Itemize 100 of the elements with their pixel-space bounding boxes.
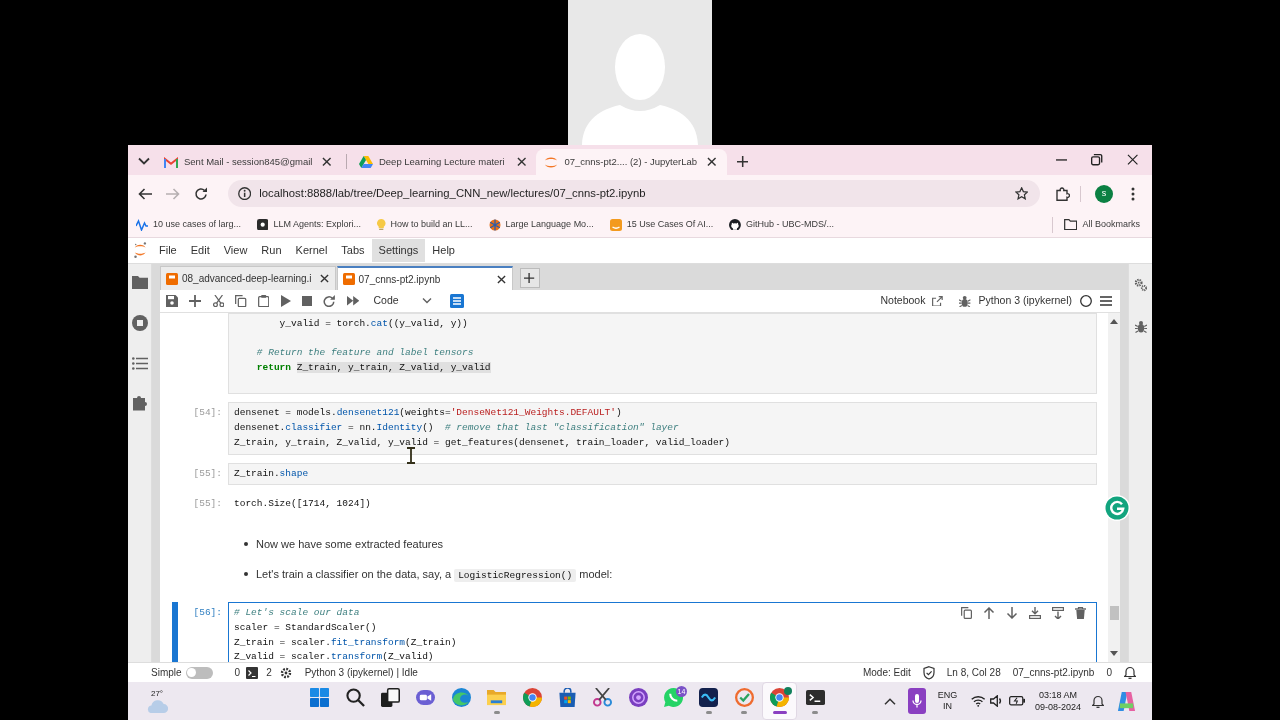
kernel-name-button[interactable]: Python 3 (ipykernel): [978, 293, 1072, 309]
menu-item[interactable]: Settings: [371, 239, 426, 262]
scissors-icon: [593, 688, 613, 707]
arrow-up-icon[interactable]: [983, 607, 995, 620]
menu-item[interactable]: File: [152, 239, 184, 262]
ribbon-logo-icon[interactable]: [1116, 691, 1136, 711]
cursor-position[interactable]: Ln 8, Col 28: [946, 665, 1001, 680]
microphone-icon[interactable]: [907, 688, 926, 714]
profile-avatar[interactable]: s: [1095, 184, 1113, 203]
duplicate-icon[interactable]: [960, 607, 972, 620]
cell-type-dropdown[interactable]: Code: [367, 293, 438, 309]
code-cell[interactable]: y_valid = torch.cat((y_valid, y)) # Return the feature and label tensors return Z_train, y_train, Z_valid, y_valid: [228, 313, 1097, 395]
arrow-down-icon[interactable]: [1006, 607, 1018, 620]
restart-icon[interactable]: [323, 294, 336, 308]
close-icon[interactable]: [319, 274, 329, 283]
battery-icon[interactable]: [1008, 696, 1025, 706]
close-icon[interactable]: [496, 274, 506, 284]
menu-item[interactable]: Kernel: [288, 239, 335, 262]
folder-icon: [487, 688, 507, 707]
restore-icon[interactable]: [1091, 154, 1103, 166]
bookmark[interactable]: 10 use cases of larg...: [136, 217, 242, 232]
scrollbar[interactable]: [1108, 313, 1120, 662]
weather-widget[interactable]: 27°: [146, 689, 168, 713]
menu-item[interactable]: Edit: [183, 239, 217, 262]
close-icon[interactable]: [516, 157, 527, 167]
bug-icon[interactable]: [1134, 319, 1147, 333]
shield-check-icon[interactable]: [922, 665, 935, 680]
scrollbar-thumb[interactable]: [1109, 606, 1119, 620]
bookmark[interactable]: Large Language Mo...: [488, 217, 594, 232]
close-icon[interactable]: [707, 157, 717, 167]
chevron-up-icon[interactable]: [883, 697, 896, 705]
menu-icon[interactable]: [1100, 296, 1112, 306]
menu-item[interactable]: View: [216, 239, 255, 262]
reload-icon[interactable]: [194, 186, 208, 201]
browser-tab[interactable]: Deep Learning Lecture materi: [350, 149, 537, 175]
stop-icon[interactable]: [301, 296, 312, 306]
code-line: return Z_train, y_train, Z_valid, y_valid: [255, 361, 491, 376]
fast-forward-icon[interactable]: [346, 296, 360, 306]
wave-tile-icon: [699, 688, 719, 707]
save-icon[interactable]: [166, 295, 178, 307]
terminal-count[interactable]: 0: [234, 665, 241, 680]
shopping-bag-icon: [557, 688, 577, 707]
address-bar[interactable]: localhost:8888/lab/tree/Deep_learning_CNN_new/lectures/07_cnns-pt2.ipynb: [228, 180, 1040, 207]
gears-icon[interactable]: [1133, 278, 1148, 292]
concentric-circles-icon: [628, 688, 648, 707]
scissors-icon[interactable]: [212, 294, 224, 308]
stop-circle-icon[interactable]: [131, 315, 148, 331]
play-icon[interactable]: [280, 295, 291, 307]
menu-item[interactable]: Tabs: [334, 239, 372, 262]
all-bookmarks-button[interactable]: All Bookmarks: [1064, 217, 1140, 232]
insert-above-icon[interactable]: [1029, 607, 1041, 620]
bell-icon[interactable]: [1091, 694, 1104, 708]
close-icon[interactable]: [322, 157, 332, 167]
code-cell[interactable]: Z_train.shape: [228, 462, 1097, 486]
clipboard-icon[interactable]: [257, 294, 270, 308]
list-panel-icon[interactable]: [449, 294, 464, 308]
notification-count[interactable]: 0: [1106, 665, 1112, 680]
bookmark[interactable]: 15 Use Cases Of AI...: [609, 217, 714, 232]
bell-icon[interactable]: [1124, 666, 1136, 679]
bug-icon[interactable]: [959, 294, 971, 308]
code-cell[interactable]: [228, 402, 1097, 455]
notebook-tab[interactable]: 08_advanced-deep-learning.i: [160, 266, 336, 290]
notebook-tab[interactable]: 07_cnns-pt2.ipynb: [336, 266, 513, 290]
simple-mode-toggle[interactable]: [185, 666, 213, 679]
bookmark[interactable]: How to build an LL...: [377, 217, 473, 232]
wifi-icon[interactable]: [971, 695, 986, 707]
new-tab-button[interactable]: [519, 268, 540, 288]
copy-icon[interactable]: [235, 294, 247, 308]
tab-search-chevron-icon[interactable]: [138, 157, 150, 165]
extensions-icon[interactable]: [1056, 186, 1070, 201]
folder-icon[interactable]: [131, 276, 148, 289]
menu-item[interactable]: Help: [425, 239, 462, 262]
puzzle-icon[interactable]: [132, 396, 147, 411]
clock[interactable]: 03:18 AM 09-08-2024: [1034, 689, 1081, 713]
new-tab-icon[interactable]: [736, 155, 748, 167]
code-cell[interactable]: # Let's scale our data scaler = StandardScaler() Z_train = scaler.fit_transform(Z_train) Z_valid = scaler.transform(Z_valid): [228, 602, 1097, 662]
close-icon[interactable]: [1126, 154, 1138, 166]
volume-icon[interactable]: [989, 695, 1004, 707]
notebook-link[interactable]: Notebook: [880, 293, 944, 309]
back-icon[interactable]: [138, 187, 152, 200]
folder-icon: [1064, 218, 1078, 231]
bookmark[interactable]: LLM Agents: Explori...: [257, 217, 361, 232]
menu-item[interactable]: Run: [254, 239, 289, 262]
browser-tab[interactable]: Sent Mail - session845@gmail: [156, 149, 342, 175]
circle-logo-icon[interactable]: [1104, 495, 1130, 521]
insert-below-icon[interactable]: [1052, 607, 1064, 620]
notebook-icon: [342, 273, 355, 285]
bookmark-star-icon[interactable]: [1014, 186, 1028, 201]
trash-icon[interactable]: [1075, 607, 1086, 620]
language-indicator[interactable]: ENG IN: [937, 690, 958, 712]
bookmark[interactable]: GitHub - UBC-MDS/...: [729, 217, 835, 232]
kernel-status-text[interactable]: Python 3 (ipykernel) | Idle: [304, 665, 418, 680]
browser-tab[interactable]: 07_cnns-pt2.... (2) - JupyterLab: [536, 149, 727, 175]
search-icon: [345, 688, 365, 707]
kernel-count[interactable]: 2: [266, 665, 272, 680]
more-menu-icon[interactable]: [1131, 186, 1135, 201]
list-icon[interactable]: [131, 357, 148, 370]
plus-icon[interactable]: [189, 295, 202, 307]
info-icon[interactable]: [238, 186, 252, 201]
minimize-icon[interactable]: [1055, 159, 1068, 161]
